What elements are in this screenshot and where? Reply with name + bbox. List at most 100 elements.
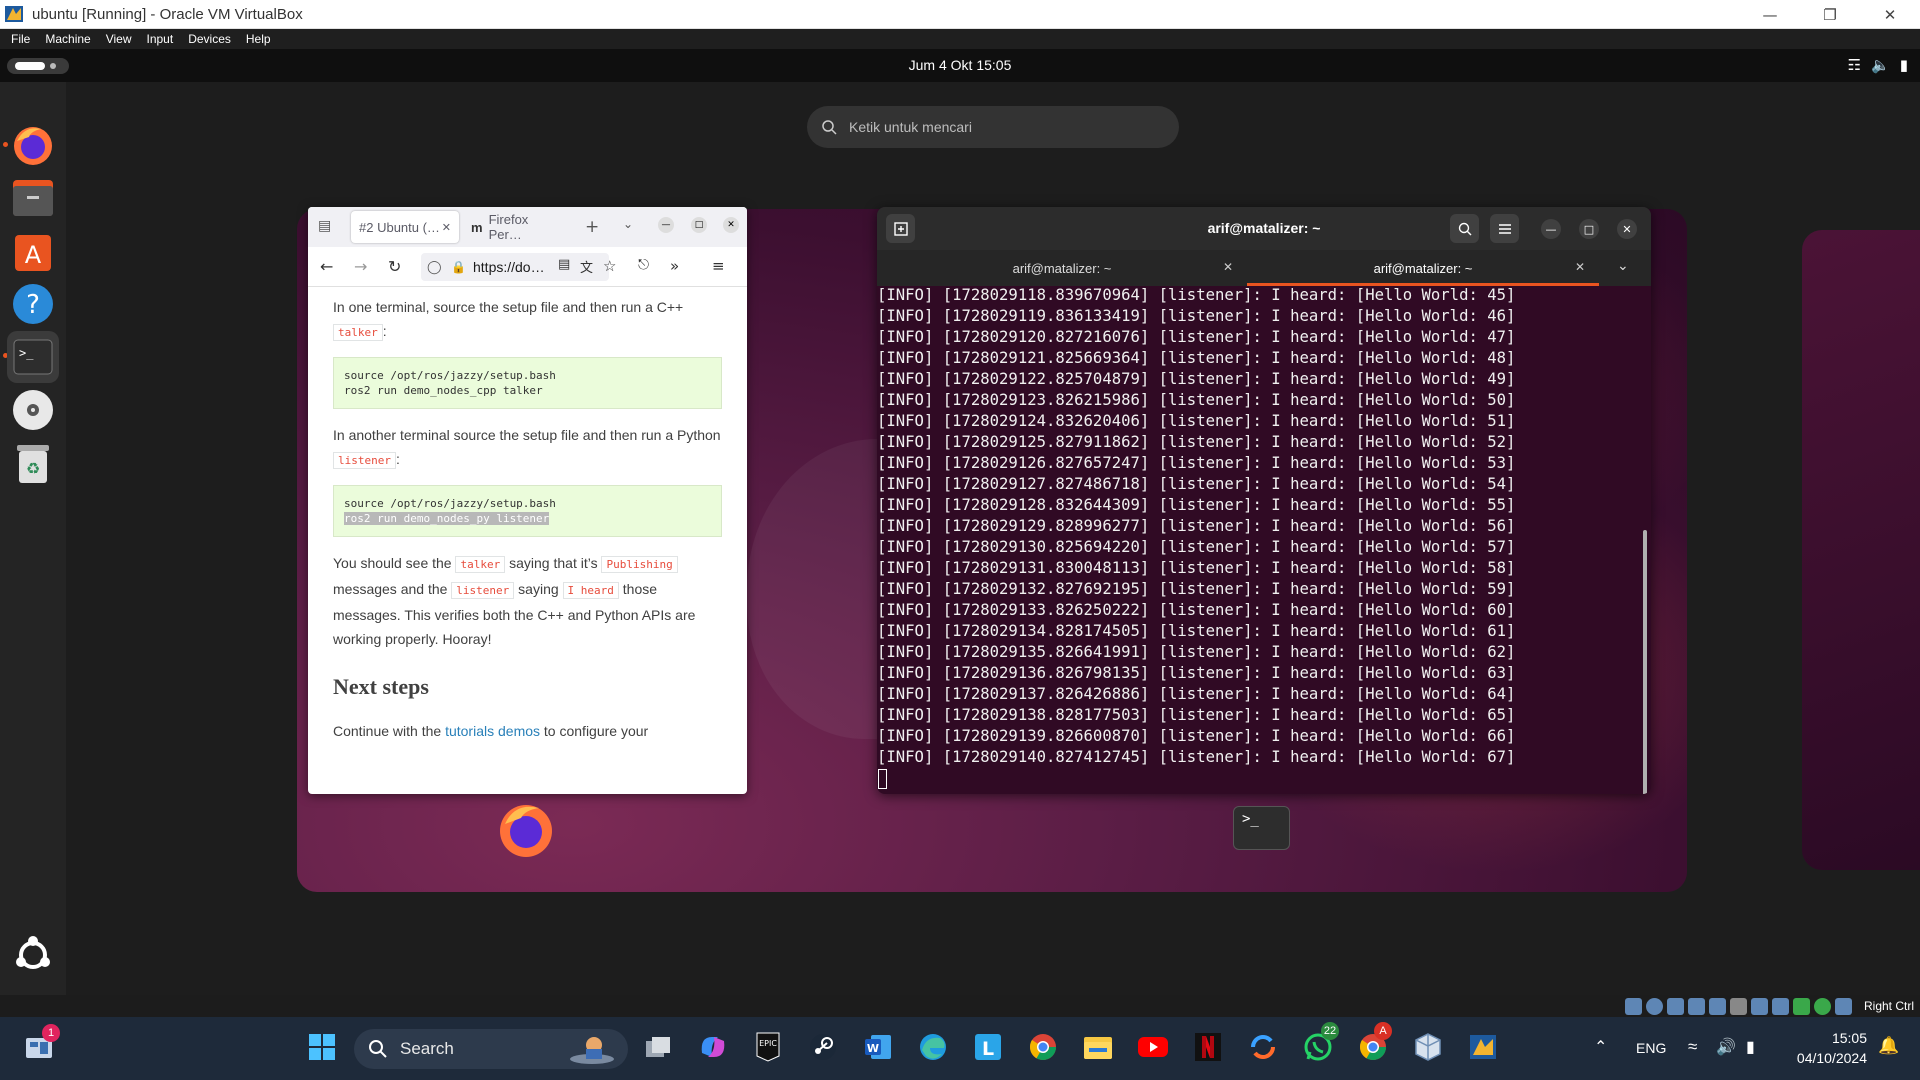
terminal-output[interactable]: [INFO] [1728029118.839670964] [listener]… bbox=[877, 286, 1651, 794]
tab-ubuntu[interactable]: #2 Ubuntu (… ✕ bbox=[351, 211, 459, 243]
maximize-icon[interactable]: □ bbox=[691, 217, 707, 233]
tutorials-link[interactable]: tutorials bbox=[445, 723, 494, 739]
restore-button[interactable]: ❐ bbox=[1800, 0, 1860, 29]
keyboard-icon[interactable] bbox=[1835, 998, 1852, 1015]
reload-icon[interactable]: ↻ bbox=[388, 257, 401, 276]
activities-search[interactable] bbox=[807, 106, 1179, 148]
chrome-icon[interactable] bbox=[1026, 1030, 1060, 1064]
workspace-preview-next[interactable] bbox=[1802, 230, 1920, 870]
epic-games-icon[interactable]: EPIC bbox=[751, 1030, 785, 1064]
chrome-profile-icon[interactable]: A bbox=[1356, 1022, 1392, 1064]
show-hidden-icons-icon[interactable]: ⌃ bbox=[1594, 1037, 1607, 1057]
bookmark-star-icon[interactable]: ☆ bbox=[603, 257, 616, 275]
search-icon[interactable] bbox=[1450, 214, 1479, 243]
shield-icon[interactable]: ◯ bbox=[427, 259, 442, 275]
task-view-icon[interactable] bbox=[641, 1030, 675, 1064]
cpu-icon[interactable] bbox=[1793, 998, 1810, 1015]
close-button[interactable]: ✕ bbox=[1860, 0, 1920, 29]
terminal-icon[interactable]: >_ bbox=[7, 331, 59, 383]
list-tabs-icon[interactable]: ⌄ bbox=[623, 217, 633, 231]
close-tab-icon[interactable]: ✕ bbox=[442, 221, 451, 234]
close-icon[interactable]: ✕ bbox=[1617, 219, 1637, 239]
start-icon[interactable] bbox=[305, 1030, 339, 1064]
translate-icon[interactable]: 文 bbox=[580, 257, 593, 276]
network-adapter-icon[interactable] bbox=[1688, 998, 1705, 1015]
new-tab-icon[interactable]: + bbox=[585, 217, 599, 237]
close-tab-icon[interactable]: ✕ bbox=[1575, 260, 1585, 274]
menu-icon[interactable]: ≡ bbox=[712, 257, 725, 275]
terminal-line: [INFO] [1728029120.827216076] [listener]… bbox=[877, 328, 1516, 346]
hamburger-menu-icon[interactable] bbox=[1490, 214, 1519, 243]
code-block[interactable]: source /opt/ros/jazzy/setup.bash ros2 ru… bbox=[333, 485, 722, 537]
taskbar-time[interactable]: 15:05 bbox=[1791, 1030, 1867, 1046]
netflix-icon[interactable] bbox=[1191, 1030, 1225, 1064]
usb-icon[interactable] bbox=[1709, 998, 1726, 1015]
minimize-icon[interactable]: — bbox=[658, 217, 674, 233]
virtualbox-vm-icon[interactable] bbox=[1466, 1030, 1500, 1064]
help-icon[interactable]: ? bbox=[7, 278, 59, 330]
disc-icon[interactable] bbox=[7, 384, 59, 436]
trash-icon[interactable]: ♻ bbox=[7, 437, 59, 489]
recording-icon[interactable] bbox=[1772, 998, 1789, 1015]
hdd-icon[interactable] bbox=[1625, 998, 1642, 1015]
file-explorer-icon[interactable] bbox=[1081, 1030, 1115, 1064]
l-app-icon[interactable]: L bbox=[971, 1030, 1005, 1064]
files-icon[interactable] bbox=[7, 172, 59, 224]
terminal-window[interactable]: arif@matalizer: ~ — □ ✕ arif@matalizer: … bbox=[877, 207, 1651, 794]
edge-icon[interactable] bbox=[916, 1030, 950, 1064]
battery-icon[interactable]: ▮ bbox=[1746, 1037, 1755, 1057]
clock[interactable]: Jum 4 Okt 15:05 bbox=[0, 57, 1920, 73]
whatsapp-icon[interactable]: 22 bbox=[1301, 1022, 1339, 1064]
show-apps-icon[interactable] bbox=[7, 929, 59, 981]
minimize-button[interactable]: — bbox=[1740, 0, 1800, 29]
audio-icon[interactable] bbox=[1667, 998, 1684, 1015]
language-indicator[interactable]: ENG bbox=[1636, 1040, 1666, 1056]
menu-devices[interactable]: Devices bbox=[188, 32, 231, 46]
app-center-icon[interactable]: A bbox=[7, 225, 59, 277]
shared-folders-icon[interactable] bbox=[1730, 998, 1747, 1015]
reader-view-icon[interactable]: ▤ bbox=[558, 257, 570, 272]
minimize-icon[interactable]: — bbox=[1541, 219, 1561, 239]
mouse-integration-icon[interactable] bbox=[1814, 998, 1831, 1015]
close-icon[interactable]: ✕ bbox=[723, 217, 739, 233]
optical-drive-icon[interactable] bbox=[1646, 998, 1663, 1015]
display-icon[interactable] bbox=[1751, 998, 1768, 1015]
firefox-window[interactable]: ▤ #2 Ubuntu (… ✕ m Firefox Per… + ⌄ — □ … bbox=[308, 207, 747, 794]
firefox-nav-bar: ← → ↻ ◯ 🔒 https://do… ▤ 文 ☆ ⎋ » ≡ bbox=[308, 247, 747, 287]
speaker-icon[interactable]: 🔊 bbox=[1716, 1037, 1736, 1057]
extensions-icon[interactable]: ⎋ bbox=[638, 257, 649, 273]
menu-file[interactable]: File bbox=[11, 32, 30, 46]
youtube-icon[interactable] bbox=[1136, 1030, 1170, 1064]
taskbar-search[interactable]: Search bbox=[354, 1029, 628, 1069]
more-tools-icon[interactable]: » bbox=[670, 257, 679, 275]
sync-icon[interactable] bbox=[1246, 1030, 1280, 1064]
forward-icon[interactable]: → bbox=[354, 257, 367, 276]
tab-list-chevron-icon[interactable]: ⌄ bbox=[1617, 258, 1629, 274]
taskbar-date[interactable]: 04/10/2024 bbox=[1782, 1050, 1867, 1066]
maximize-icon[interactable]: □ bbox=[1579, 219, 1599, 239]
tab-overview-icon[interactable]: ▤ bbox=[318, 218, 331, 234]
menu-help[interactable]: Help bbox=[246, 32, 271, 46]
notification-bell-icon[interactable]: 🔔 bbox=[1878, 1036, 1899, 1056]
widgets-icon[interactable]: 1 bbox=[22, 1024, 60, 1064]
menu-input[interactable]: Input bbox=[147, 32, 174, 46]
terminal-tab-active[interactable]: arif@matalizer: ~ ✕ bbox=[1247, 250, 1599, 286]
steam-icon[interactable] bbox=[806, 1030, 840, 1064]
terminal-scrollbar[interactable] bbox=[1643, 530, 1647, 794]
demos-link[interactable]: demos bbox=[498, 723, 540, 739]
firefox-icon[interactable] bbox=[7, 119, 59, 171]
virtualbox-icon[interactable] bbox=[1411, 1030, 1445, 1064]
word-icon[interactable]: W bbox=[861, 1030, 895, 1064]
system-tray[interactable]: ☶ 🔈 ▮ bbox=[1848, 56, 1908, 74]
close-tab-icon[interactable]: ✕ bbox=[1223, 260, 1233, 274]
code-block[interactable]: source /opt/ros/jazzy/setup.bash ros2 ru… bbox=[333, 357, 722, 409]
wifi-icon[interactable]: ≈ bbox=[1688, 1037, 1697, 1057]
copilot-icon[interactable] bbox=[696, 1030, 730, 1064]
tab-firefox-permissions[interactable]: m Firefox Per… bbox=[465, 211, 565, 243]
back-icon[interactable]: ← bbox=[320, 257, 333, 276]
menu-machine[interactable]: Machine bbox=[45, 32, 90, 46]
terminal-tab[interactable]: arif@matalizer: ~ ✕ bbox=[877, 250, 1247, 286]
search-input[interactable] bbox=[849, 119, 1149, 135]
lock-icon[interactable]: 🔒 bbox=[451, 260, 466, 274]
menu-view[interactable]: View bbox=[106, 32, 132, 46]
